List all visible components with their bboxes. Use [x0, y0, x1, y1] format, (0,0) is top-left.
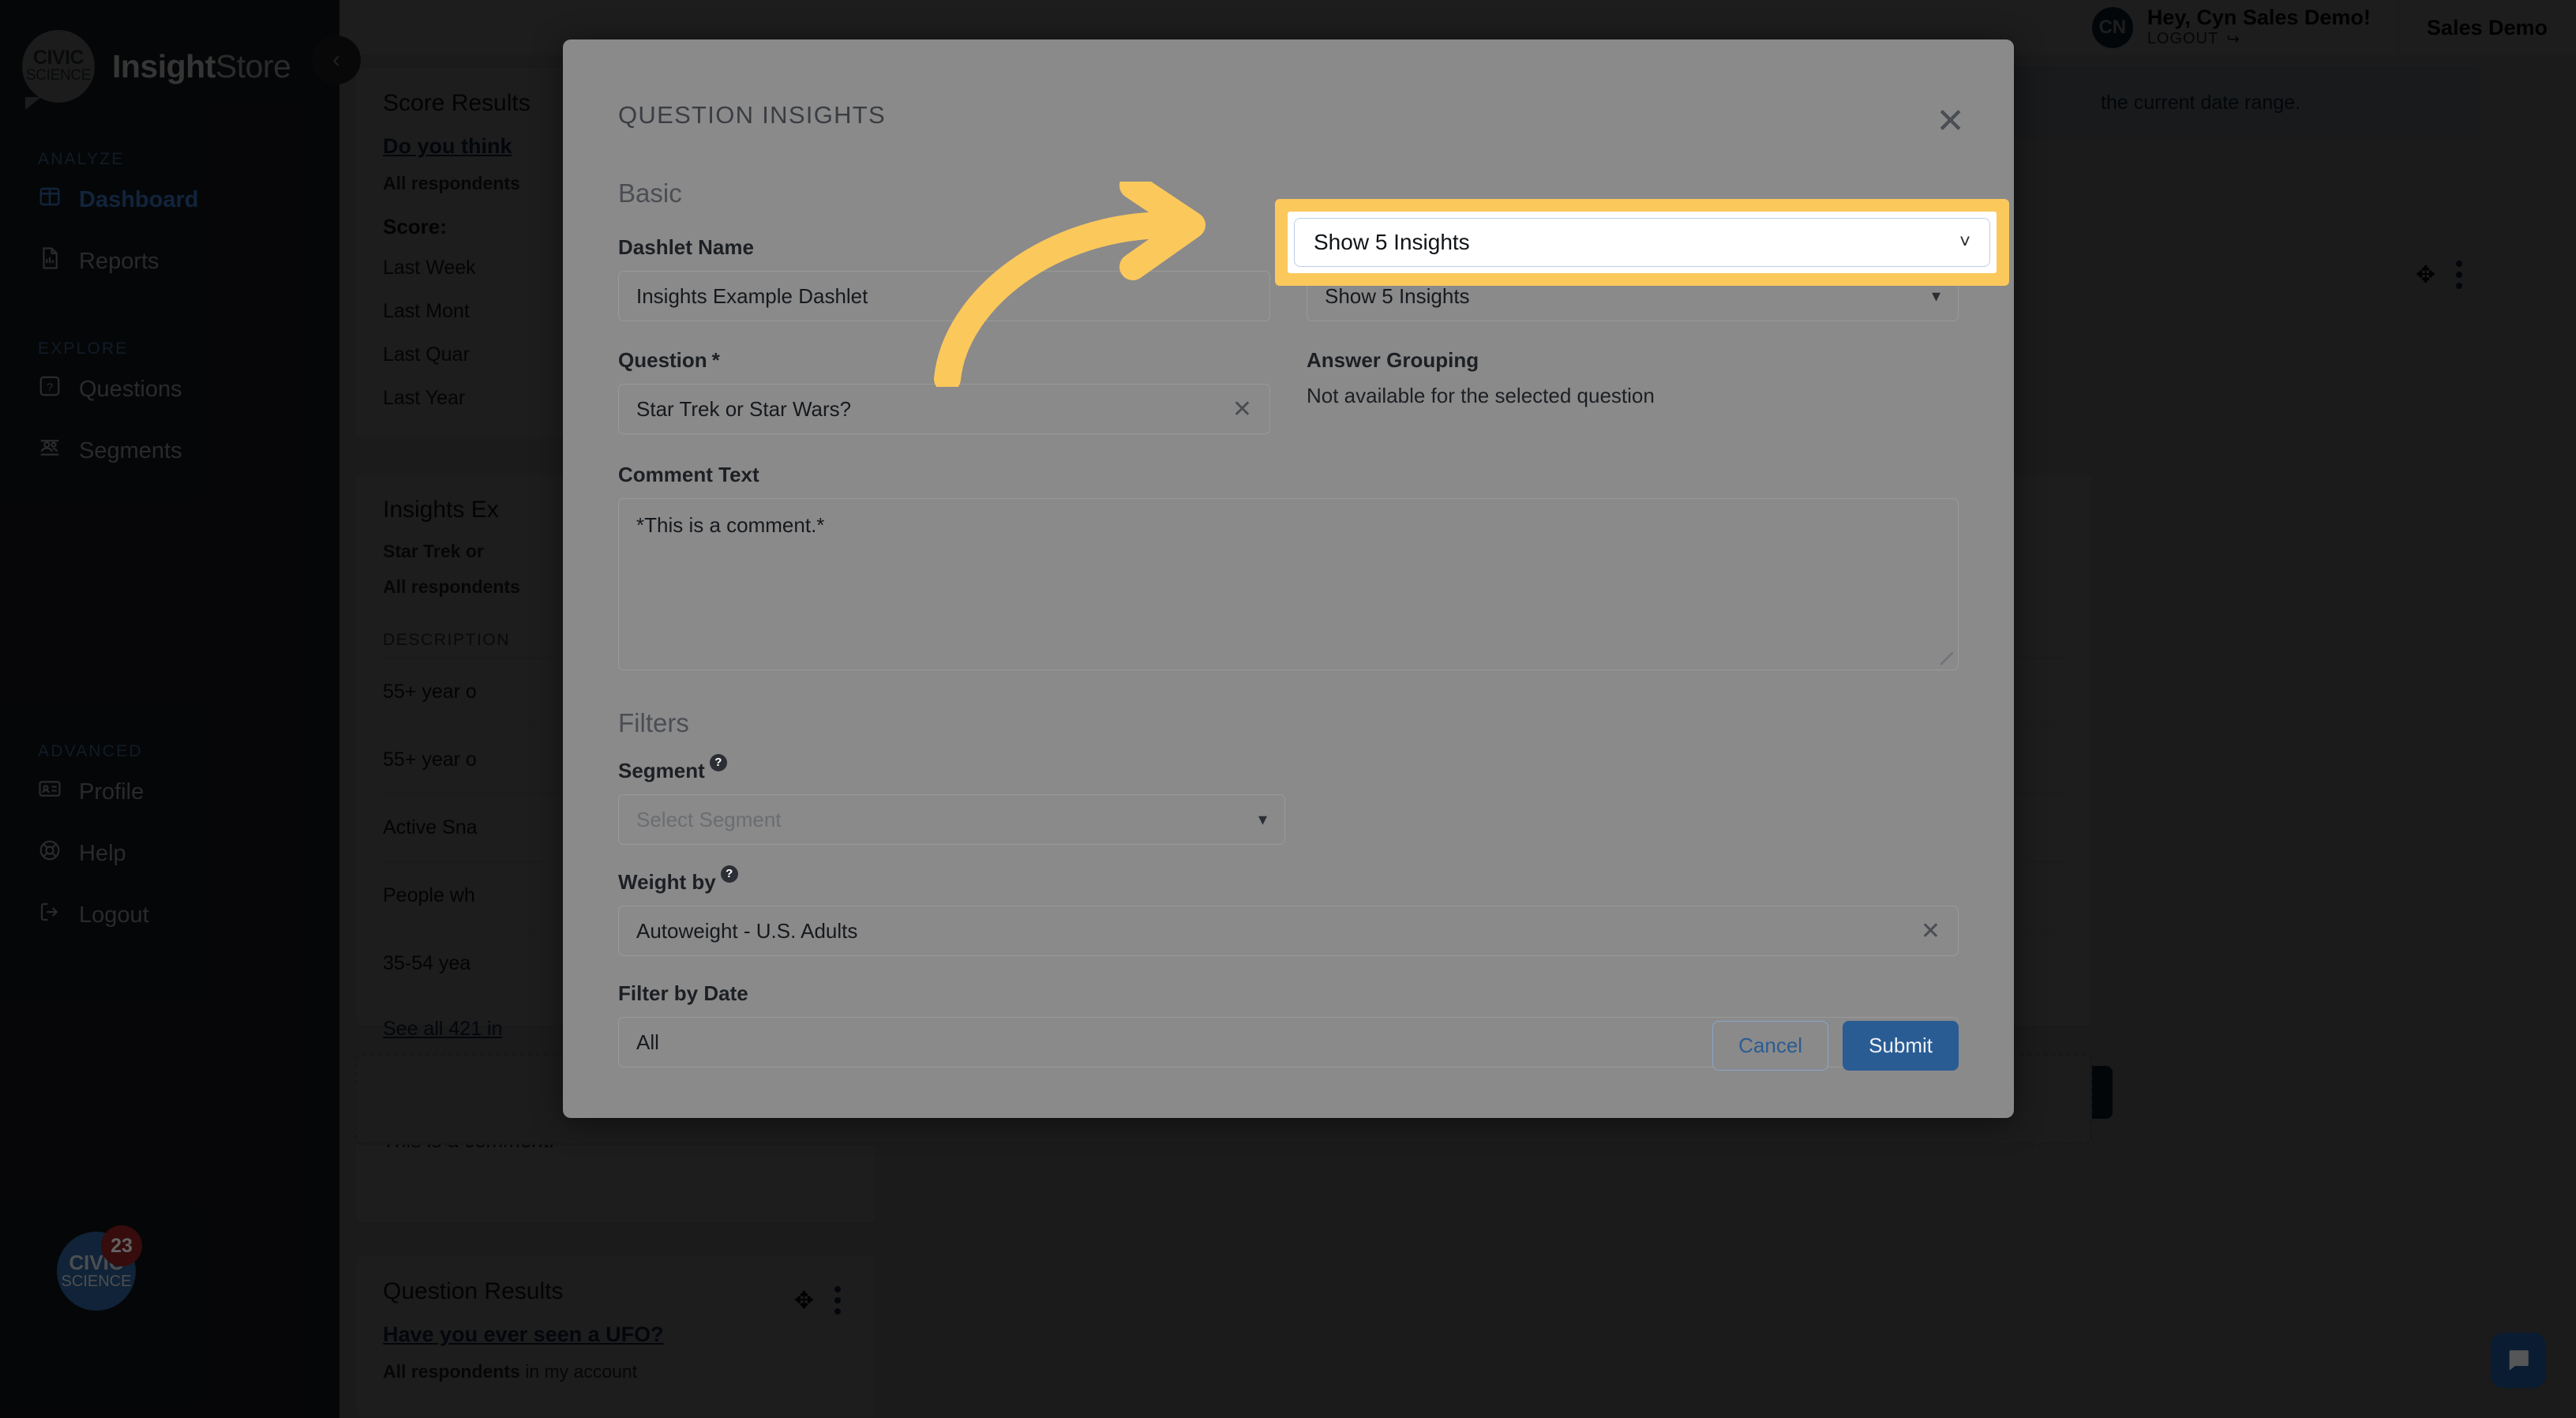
- required-asterisk: *: [712, 348, 720, 373]
- close-icon[interactable]: ✕: [1936, 104, 1965, 139]
- chevron-down-icon: ˅: [1959, 231, 1970, 253]
- answer-grouping-note: Not available for the selected question: [1307, 384, 1959, 408]
- default-insight-count-value-highlighted: Show 5 Insights: [1314, 230, 1470, 255]
- weight-by-input[interactable]: Autoweight - U.S. Adults ✕: [618, 906, 1959, 956]
- chevron-down-icon: ▾: [1258, 809, 1267, 830]
- default-insight-count-value: Show 5 Insights: [1325, 284, 1470, 309]
- help-circle-icon[interactable]: ?: [710, 754, 727, 771]
- comment-text-value: *This is a comment.*: [636, 513, 824, 537]
- segment-select[interactable]: Select Segment ▾: [618, 794, 1285, 845]
- section-filters-heading: Filters: [618, 708, 1959, 738]
- cancel-button[interactable]: Cancel: [1712, 1021, 1828, 1071]
- dashlet-name-value: Insights Example Dashlet: [636, 284, 868, 309]
- filter-by-date-value: All: [636, 1030, 659, 1055]
- default-insight-count-select-highlighted[interactable]: Show 5 Insights ˅: [1294, 218, 1990, 267]
- modal-title: QUESTION INSIGHTS: [618, 39, 1959, 129]
- weight-by-label-text: Weight by: [618, 870, 716, 895]
- segment-label: Segment ?: [618, 759, 1959, 783]
- clear-x-icon[interactable]: ✕: [1232, 396, 1252, 423]
- answer-grouping-label: Answer Grouping: [1307, 348, 1959, 373]
- comment-text-textarea[interactable]: *This is a comment.*: [618, 498, 1959, 670]
- weight-by-label: Weight by ?: [618, 870, 1959, 895]
- submit-button[interactable]: Submit: [1843, 1021, 1959, 1071]
- annotation-arrow: [932, 182, 1263, 387]
- filter-by-date-label: Filter by Date: [618, 981, 1959, 1006]
- clear-x-icon[interactable]: ✕: [1921, 917, 1940, 945]
- help-circle-icon[interactable]: ?: [721, 865, 738, 883]
- question-label-text: Question: [618, 348, 707, 373]
- annotation-highlight-box: Show 5 Insights ˅: [1275, 199, 2009, 286]
- chevron-down-icon: ▾: [1932, 286, 1940, 306]
- question-value: Star Trek or Star Wars?: [636, 397, 851, 422]
- comment-text-label: Comment Text: [618, 463, 1959, 487]
- weight-by-value: Autoweight - U.S. Adults: [636, 919, 857, 943]
- question-input[interactable]: Star Trek or Star Wars? ✕: [618, 384, 1270, 434]
- segment-label-text: Segment: [618, 759, 705, 783]
- segment-placeholder: Select Segment: [636, 808, 782, 832]
